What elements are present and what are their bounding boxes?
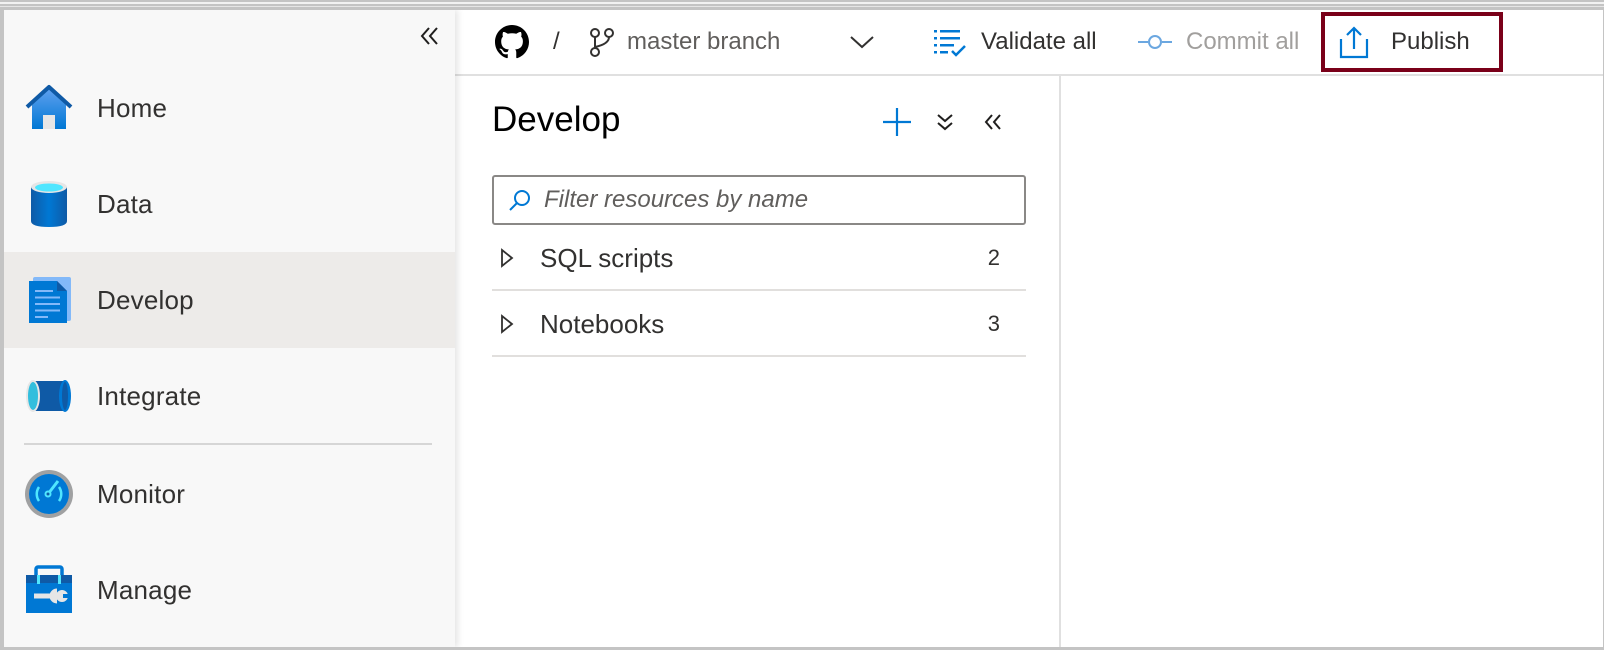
sidebar-item-label: Home <box>97 92 168 123</box>
develop-panel: Develop SQL scr <box>455 76 1061 647</box>
sidebar: Home Data Develop Integrate Monitor Mana… <box>4 10 455 647</box>
repo-button[interactable] <box>495 10 529 74</box>
publish-button[interactable]: Publish <box>1339 10 1470 74</box>
commit-all-button[interactable]: Commit all <box>1138 10 1299 74</box>
double-chevron-down-icon <box>937 114 953 131</box>
sidebar-item-develop[interactable]: Develop <box>4 252 455 348</box>
sidebar-item-integrate[interactable]: Integrate <box>4 348 455 444</box>
upload-icon <box>1339 26 1369 59</box>
sidebar-divider <box>24 443 432 445</box>
chevron-right-icon[interactable] <box>500 248 514 268</box>
publish-label: Publish <box>1391 28 1470 55</box>
chevron-down-icon <box>850 36 874 49</box>
branch-selector[interactable]: master branch <box>589 10 889 74</box>
document-icon <box>24 275 74 325</box>
sidebar-item-label: Integrate <box>97 380 202 411</box>
tree-item-label: Notebooks <box>540 308 665 339</box>
sidebar-item-monitor[interactable]: Monitor <box>4 446 455 542</box>
path-separator: / <box>553 28 560 55</box>
sidebar-item-label: Develop <box>97 284 194 315</box>
tree-item-count: 2 <box>987 245 1000 270</box>
branch-name: master branch <box>627 28 781 55</box>
home-icon <box>24 83 74 133</box>
gauge-icon <box>24 469 74 519</box>
commit-icon <box>1138 35 1172 49</box>
double-chevron-left-icon <box>420 27 438 45</box>
editor-area <box>1061 76 1603 647</box>
pipeline-icon <box>24 371 74 421</box>
expand-all-button[interactable] <box>931 108 959 136</box>
sidebar-item-data[interactable]: Data <box>4 156 455 252</box>
double-chevron-left-icon <box>984 114 1001 130</box>
sidebar-item-home[interactable]: Home <box>4 60 455 156</box>
app-frame: Home Data Develop Integrate Monitor Mana… <box>4 10 1603 647</box>
collapse-panel-button[interactable] <box>979 108 1007 136</box>
chevron-right-icon[interactable] <box>500 314 514 334</box>
commit-all-label: Commit all <box>1186 28 1300 55</box>
tree-item-sql-scripts[interactable]: SQL scripts 2 <box>492 227 1026 291</box>
validate-list-icon <box>934 30 966 57</box>
filter-resources-input[interactable] <box>544 186 1014 214</box>
panel-title: Develop <box>492 100 621 139</box>
sidebar-item-label: Data <box>97 188 153 219</box>
search-icon <box>509 190 530 211</box>
sidebar-item-label: Manage <box>97 574 193 605</box>
branch-icon <box>590 28 614 57</box>
plus-icon <box>883 108 911 136</box>
sidebar-collapse-button[interactable] <box>416 24 444 48</box>
database-icon <box>24 179 74 229</box>
window-top-edge <box>0 0 1604 10</box>
github-icon <box>495 25 529 59</box>
sidebar-item-label: Monitor <box>97 478 186 509</box>
tree-item-notebooks[interactable]: Notebooks 3 <box>492 293 1026 357</box>
tree-item-label: SQL scripts <box>540 242 674 273</box>
sidebar-item-manage[interactable]: Manage <box>4 542 455 638</box>
validate-all-label: Validate all <box>981 28 1097 55</box>
toolbox-icon <box>24 565 74 615</box>
add-resource-button[interactable] <box>879 104 915 140</box>
filter-search-box[interactable] <box>492 175 1026 225</box>
tree-item-count: 3 <box>987 311 1000 336</box>
git-toolbar: / master branch Validate all Commit all … <box>455 10 1603 76</box>
validate-all-button[interactable]: Validate all <box>933 10 1097 74</box>
